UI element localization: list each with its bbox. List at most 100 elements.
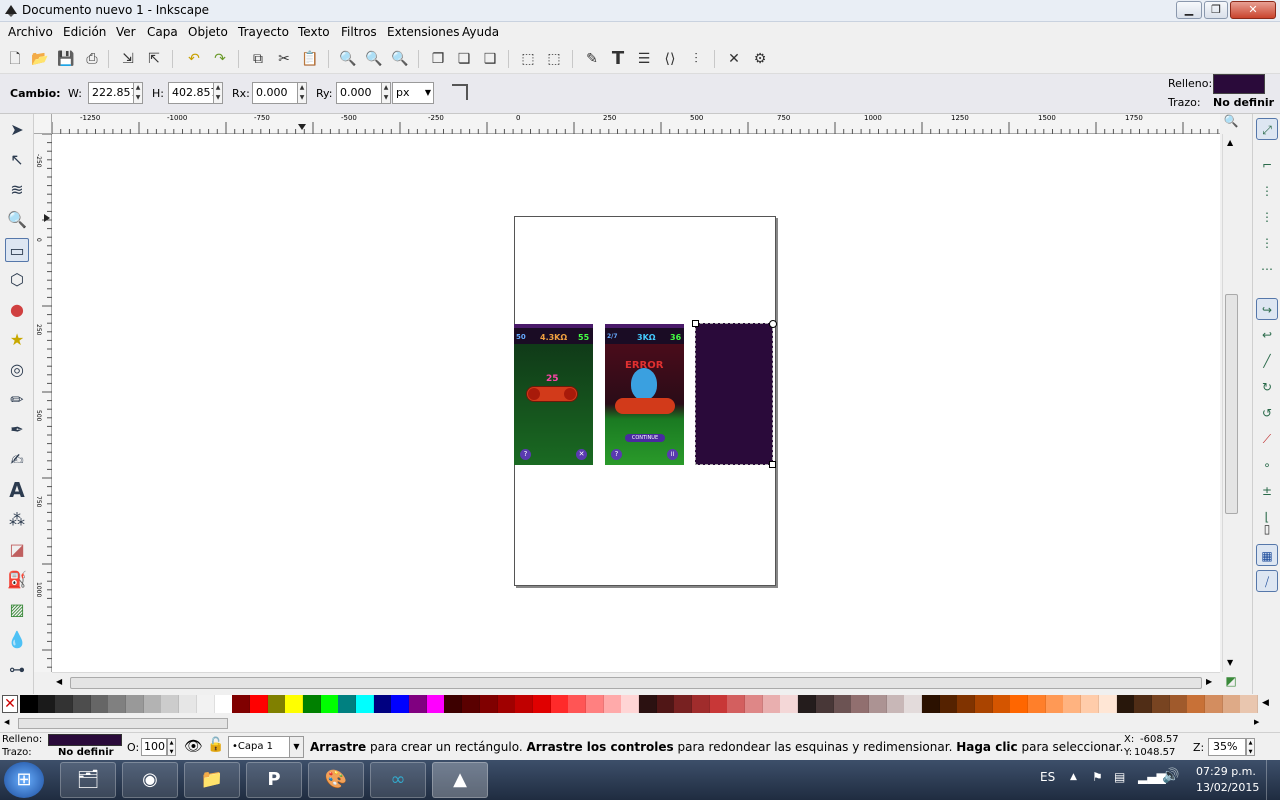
pen-tool-icon[interactable]: ✒ <box>5 418 29 442</box>
undo-icon[interactable]: ↶ <box>184 49 204 69</box>
arduino-icon[interactable]: ∞ <box>370 762 426 798</box>
tray-app-icon[interactable]: ▤ <box>1114 770 1125 784</box>
scroll-up-icon[interactable]: ▲ <box>1227 138 1233 147</box>
rx-spinner[interactable]: ▲ ▼ <box>297 82 307 104</box>
opacity-spinner[interactable]: ▲ ▼ <box>167 738 176 756</box>
palette-swatch[interactable] <box>798 695 817 713</box>
zoom-corner-icon[interactable]: 🔍 <box>1222 114 1240 134</box>
clock-date[interactable]: 13/02/2015 <box>1196 781 1259 794</box>
fill-stroke-icon[interactable]: ✎ <box>582 49 602 69</box>
palette-swatch[interactable] <box>1134 695 1153 713</box>
pencil-tool-icon[interactable]: ✏ <box>5 388 29 412</box>
scroll-right-icon[interactable]: ▶ <box>1206 677 1212 686</box>
palette-swatch[interactable] <box>20 695 38 713</box>
menu-objeto[interactable]: Objeto <box>188 25 228 39</box>
palette-swatch[interactable] <box>285 695 304 713</box>
rx-field[interactable]: 0.000 <box>252 82 298 104</box>
zoom-page-icon[interactable]: 🔍 <box>390 49 410 69</box>
menu-edicion[interactable]: Edición <box>63 25 106 39</box>
zoom-field[interactable]: 35% <box>1208 738 1246 756</box>
lock-icon[interactable]: 🔓 <box>207 737 224 753</box>
palette-swatch[interactable] <box>904 695 923 713</box>
palette-swatch[interactable] <box>780 695 799 713</box>
height-spinner[interactable]: ▲ ▼ <box>213 82 223 104</box>
menu-archivo[interactable]: Archivo <box>8 25 53 39</box>
import-icon[interactable]: ⇲ <box>118 49 138 69</box>
palette-swatch[interactable] <box>37 695 56 713</box>
close-button[interactable]: ✕ <box>1230 1 1276 19</box>
show-desktop-button[interactable] <box>1266 760 1280 800</box>
3d-box-tool-icon[interactable]: ⬡ <box>5 268 29 292</box>
snap-bbox-icon[interactable]: ⌐ <box>1256 154 1278 176</box>
hscroll-thumb[interactable] <box>70 677 1202 689</box>
selector-tool-icon[interactable]: ➤ <box>5 118 29 142</box>
snap-nodes-icon[interactable]: ↪ <box>1256 298 1278 320</box>
palette-swatch[interactable] <box>692 695 711 713</box>
palette-swatch[interactable] <box>585 695 604 713</box>
snap-bbox-center-icon[interactable]: ⋯ <box>1256 258 1278 280</box>
palette-swatch[interactable] <box>815 695 834 713</box>
palette-scroll-left-icon[interactable]: ◀ <box>4 718 9 726</box>
node-tool-icon[interactable]: ↖ <box>5 148 29 172</box>
copy-icon[interactable]: ⧉ <box>248 49 268 69</box>
redo-icon[interactable]: ↷ <box>210 49 230 69</box>
palette-swatch[interactable] <box>1204 695 1223 713</box>
palette-swatch[interactable] <box>851 695 870 713</box>
horizontal-scrollbar[interactable]: ◀ ▶ <box>52 672 1220 694</box>
star-tool-icon[interactable]: ★ <box>5 328 29 352</box>
snap-guides-icon[interactable]: ⧸ <box>1256 570 1278 592</box>
document-properties-icon[interactable]: ⚙ <box>750 49 770 69</box>
unit-select[interactable]: px ▼ <box>392 82 434 104</box>
palette-swatch[interactable] <box>1222 695 1241 713</box>
zoom-selection-icon[interactable]: 🔍 <box>338 49 358 69</box>
status-fill-swatch[interactable] <box>48 734 122 746</box>
palette-swatch[interactable] <box>868 695 887 713</box>
palette-swatch[interactable] <box>479 695 498 713</box>
paste-icon[interactable]: 📋 <box>300 49 320 69</box>
layers-icon[interactable]: ☰ <box>634 49 654 69</box>
cut-icon[interactable]: ✂ <box>274 49 294 69</box>
export-icon[interactable]: ⇱ <box>144 49 164 69</box>
palette-swatch[interactable] <box>1010 695 1029 713</box>
paint-icon[interactable]: 🎨 <box>308 762 364 798</box>
height-field[interactable]: 402.857 <box>168 82 218 104</box>
palette-swatch[interactable] <box>745 695 764 713</box>
palette-swatch[interactable] <box>73 695 92 713</box>
duplicate-icon[interactable]: ❐ <box>428 49 448 69</box>
snap-rotation-center-icon[interactable]: ± <box>1256 480 1278 502</box>
palette-swatch[interactable] <box>108 695 127 713</box>
tray-expand-icon[interactable]: ▲ <box>1070 772 1077 782</box>
palette-swatch[interactable] <box>90 695 109 713</box>
menu-filtros[interactable]: Filtros <box>341 25 377 39</box>
ellipse-tool-icon[interactable]: ● <box>5 298 29 322</box>
game-screenshot-1[interactable]: 50 4.3KΩ 55 25 ? ✕ <box>514 324 593 465</box>
unlink-clone-icon[interactable]: ❑ <box>480 49 500 69</box>
palette-swatch[interactable] <box>1081 695 1100 713</box>
palette-swatch[interactable] <box>267 695 286 713</box>
group-icon[interactable]: ⬚ <box>518 49 538 69</box>
palette-swatch[interactable] <box>1028 695 1047 713</box>
palette-scroll-right-icon[interactable]: ▶ <box>1254 718 1259 726</box>
palette-swatch[interactable] <box>833 695 852 713</box>
snap-intersection-icon[interactable]: ╱ <box>1256 350 1278 372</box>
maximize-button[interactable]: ❐ <box>1204 1 1228 19</box>
not-rounded-corners-icon[interactable] <box>452 84 468 100</box>
palette-swatch[interactable] <box>957 695 976 713</box>
clock-time[interactable]: 07:29 p.m. <box>1196 765 1256 778</box>
opacity-field[interactable]: 100 <box>141 738 167 756</box>
ungroup-icon[interactable]: ⬚ <box>544 49 564 69</box>
palette-swatch[interactable] <box>126 695 145 713</box>
text-font-icon[interactable]: T <box>608 49 628 69</box>
palette-swatch[interactable] <box>550 695 569 713</box>
snap-smooth-icon[interactable]: ↺ <box>1256 402 1278 424</box>
corner-round-handle[interactable] <box>769 320 777 328</box>
palette-swatch[interactable] <box>603 695 622 713</box>
connector-tool-icon[interactable]: ⊶ <box>5 658 29 682</box>
action-center-icon[interactable]: ⚑ <box>1092 770 1103 784</box>
palette-swatch[interactable] <box>1116 695 1135 713</box>
menu-capa[interactable]: Capa <box>147 25 178 39</box>
palette-swatch[interactable] <box>939 695 958 713</box>
xml-editor-icon[interactable]: ⟨⟩ <box>660 49 680 69</box>
eraser-tool-icon[interactable]: ◪ <box>5 538 29 562</box>
palette-swatch[interactable] <box>196 695 215 713</box>
